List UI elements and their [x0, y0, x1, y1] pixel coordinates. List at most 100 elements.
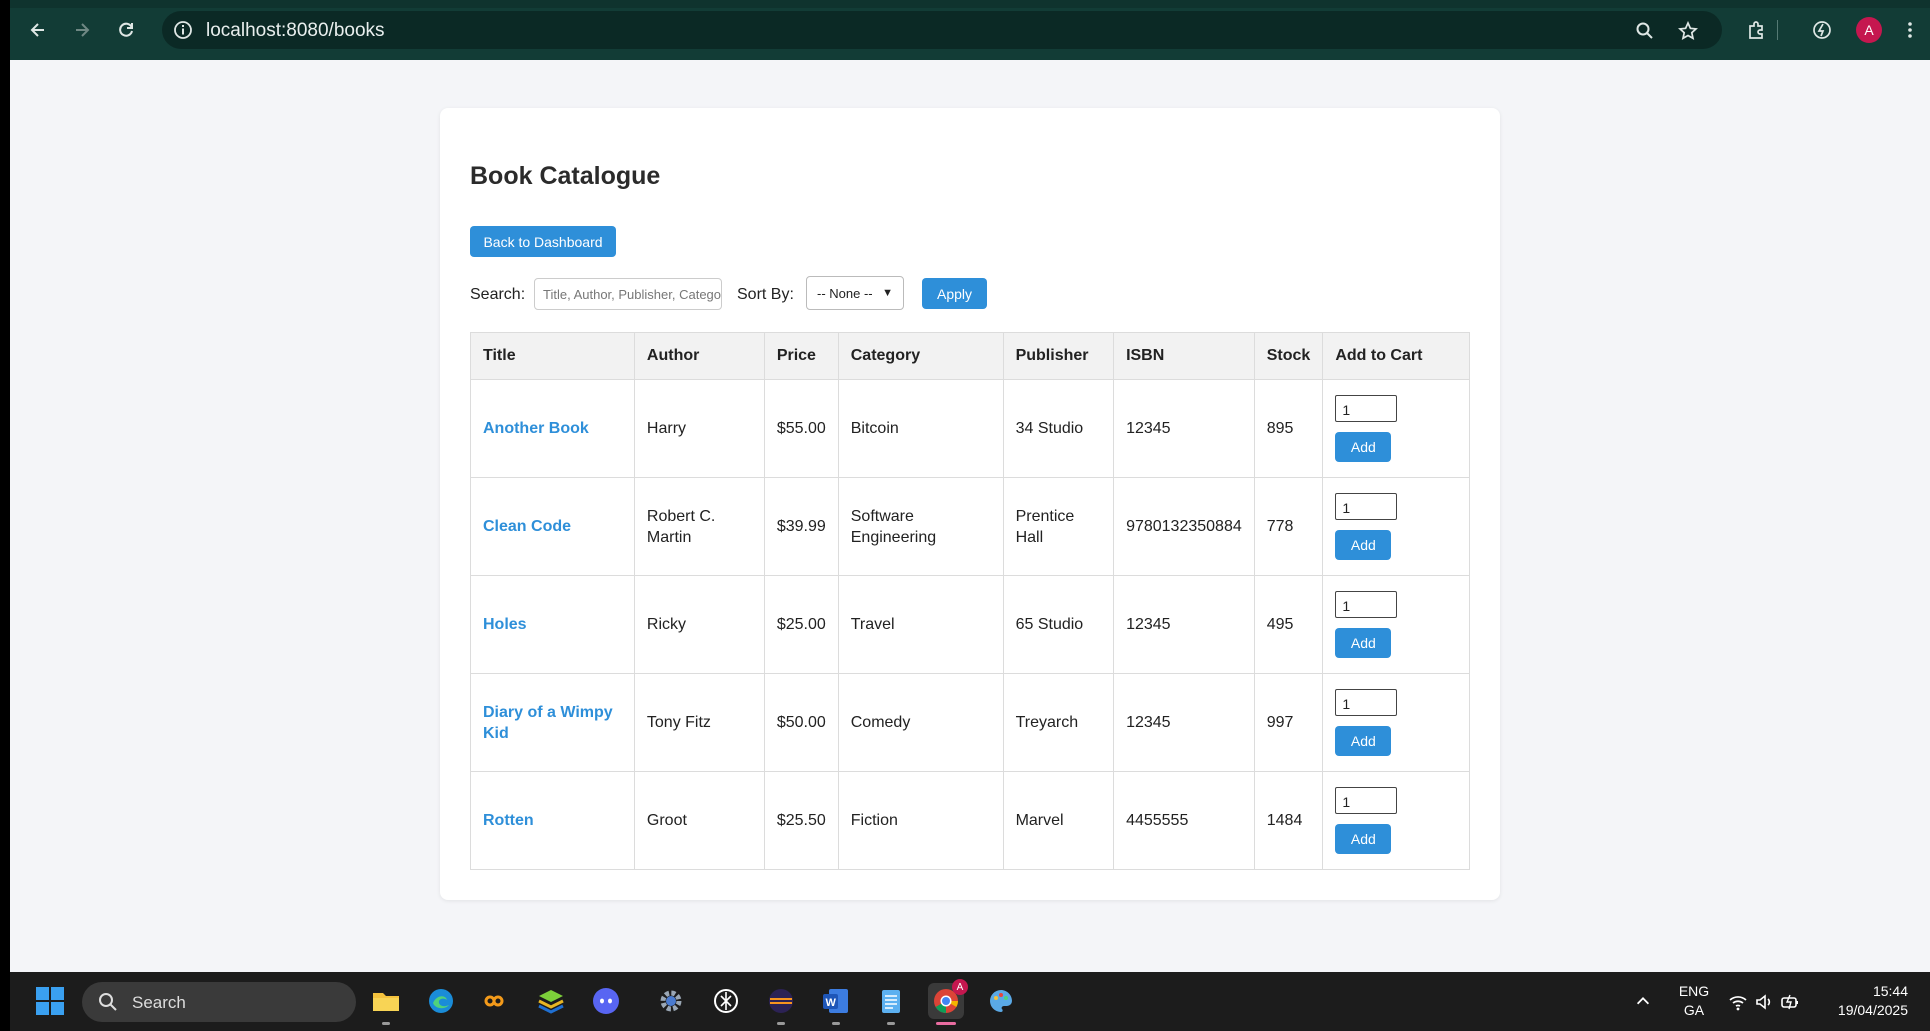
chrome-icon[interactable]: A: [928, 979, 968, 1019]
page-title: Book Catalogue: [470, 162, 661, 190]
cell-isbn: 12345: [1113, 379, 1255, 478]
clock[interactable]: 15:44 19/04/2025: [1818, 982, 1908, 1020]
cell-author: Robert C. Martin: [633, 477, 765, 576]
quantity-input[interactable]: 1: [1335, 395, 1398, 422]
cell-category: Bitcoin: [837, 379, 1004, 478]
book-title-link[interactable]: Another Book: [483, 420, 589, 437]
taskbar-search[interactable]: Search: [82, 982, 356, 1022]
quantity-input[interactable]: 1: [1335, 591, 1398, 618]
cell-publisher: Prentice Hall: [1002, 477, 1115, 576]
language-indicator[interactable]: ENG GA: [1674, 982, 1714, 1020]
browser-toolbar: localhost:8080/books A: [10, 0, 1930, 60]
book-title-link[interactable]: Holes: [483, 616, 527, 633]
add-to-cart-button[interactable]: Add: [1335, 628, 1392, 658]
site-info-icon[interactable]: [172, 19, 194, 41]
cell-title: Clean Code: [470, 477, 635, 576]
paint-icon[interactable]: [983, 983, 1019, 1019]
add-to-cart-button[interactable]: Add: [1335, 432, 1392, 462]
notepad-icon[interactable]: [873, 983, 909, 1019]
add-to-cart-button[interactable]: Add: [1335, 726, 1392, 756]
quantity-input[interactable]: 1: [1335, 493, 1398, 520]
header-price: Price: [763, 332, 839, 380]
apply-button[interactable]: Apply: [922, 278, 987, 309]
reload-icon[interactable]: [112, 16, 140, 44]
quantity-input[interactable]: 1: [1335, 689, 1398, 716]
toolbar-divider: [1777, 20, 1778, 40]
settings-gear-icon[interactable]: [653, 983, 689, 1019]
cell-add-to-cart: 1 Add: [1322, 673, 1470, 772]
battery-charging-icon[interactable]: [1780, 992, 1800, 1017]
back-to-dashboard-button[interactable]: Back to Dashboard: [470, 226, 616, 257]
chatgpt-icon[interactable]: [708, 983, 744, 1019]
cell-publisher: 34 Studio: [1002, 379, 1115, 478]
cell-publisher: 65 Studio: [1002, 575, 1115, 674]
cell-author: Ricky: [633, 575, 765, 674]
cell-category: Travel: [837, 575, 1004, 674]
cell-isbn: 12345: [1113, 673, 1255, 772]
cell-isbn: 9780132350884: [1113, 477, 1255, 576]
running-indicator: [887, 1022, 895, 1025]
cell-publisher: Treyarch: [1002, 673, 1115, 772]
address-bar[interactable]: localhost:8080/books: [162, 11, 1722, 49]
cell-add-to-cart: 1 Add: [1322, 477, 1470, 576]
sort-select[interactable]: -- None -- ▼: [806, 276, 904, 310]
books-table: Title Author Price Category Publisher IS…: [470, 332, 1470, 870]
file-explorer-icon[interactable]: [368, 983, 404, 1019]
windows-start-icon[interactable]: [32, 983, 68, 1019]
cell-category: Comedy: [837, 673, 1004, 772]
cell-author: Groot: [633, 771, 765, 870]
chevron-up-icon[interactable]: [1634, 992, 1652, 1015]
cell-author: Tony Fitz: [633, 673, 765, 772]
header-add-to-cart: Add to Cart: [1322, 332, 1470, 380]
running-indicator: [777, 1022, 785, 1025]
quantity-input[interactable]: 1: [1335, 787, 1398, 814]
cell-add-to-cart: 1 Add: [1322, 771, 1470, 870]
cell-add-to-cart: 1 Add: [1322, 379, 1470, 478]
table-row: Rotten Groot $25.50 Fiction Marvel 44555…: [470, 771, 1470, 870]
volume-icon[interactable]: [1754, 992, 1774, 1017]
table-header-row: Title Author Price Category Publisher IS…: [470, 332, 1470, 380]
cell-isbn: 12345: [1113, 575, 1255, 674]
book-title-link[interactable]: Rotten: [483, 812, 534, 829]
chevron-down-icon: ▼: [882, 287, 893, 299]
cell-stock: 1484: [1253, 771, 1324, 870]
running-indicator: [832, 1022, 840, 1025]
search-icon: [98, 992, 118, 1017]
header-stock: Stock: [1253, 332, 1324, 380]
add-to-cart-button[interactable]: Add: [1335, 824, 1392, 854]
header-title: Title: [470, 332, 635, 380]
svg-text:W: W: [826, 997, 837, 1009]
book-title-link[interactable]: Diary of a Wimpy Kid: [483, 704, 613, 742]
tab-strip: [10, 0, 1930, 8]
search-input[interactable]: Title, Author, Publisher, Category: [534, 278, 722, 310]
bookmark-star-icon[interactable]: [1677, 20, 1699, 42]
extensions-icon[interactable]: [1742, 16, 1770, 44]
cell-price: $25.00: [763, 575, 839, 674]
keyboard-layout: GA: [1683, 1002, 1705, 1018]
menu-kebab-icon[interactable]: [1896, 16, 1924, 44]
clock-time: 15:44: [1872, 983, 1908, 999]
cell-add-to-cart: 1 Add: [1322, 575, 1470, 674]
edge-browser-icon[interactable]: [423, 983, 459, 1019]
word-icon[interactable]: W: [818, 983, 854, 1019]
discord-icon[interactable]: [588, 983, 624, 1019]
url-text[interactable]: localhost:8080/books: [206, 20, 385, 42]
search-label: Search:: [470, 286, 526, 303]
book-title-link[interactable]: Clean Code: [483, 518, 571, 535]
table-row: Another Book Harry $55.00 Bitcoin 34 Stu…: [470, 379, 1470, 478]
add-to-cart-button[interactable]: Add: [1335, 530, 1392, 560]
search-form: Search: Title, Author, Publisher, Catego…: [470, 276, 1370, 312]
forward-arrow-icon[interactable]: [68, 16, 96, 44]
profile-avatar[interactable]: A: [1856, 17, 1882, 43]
language-code: ENG: [1678, 983, 1710, 999]
zoom-icon[interactable]: [1634, 20, 1656, 42]
eclipse-ide-icon[interactable]: [763, 983, 799, 1019]
header-publisher: Publisher: [1002, 332, 1115, 380]
performance-icon[interactable]: [1808, 16, 1836, 44]
layers-app-icon[interactable]: [533, 983, 569, 1019]
header-author: Author: [633, 332, 765, 380]
wifi-icon[interactable]: [1728, 992, 1748, 1017]
infinity-app-icon[interactable]: [478, 983, 514, 1019]
back-arrow-icon[interactable]: [24, 16, 52, 44]
running-indicator: [382, 1022, 390, 1025]
